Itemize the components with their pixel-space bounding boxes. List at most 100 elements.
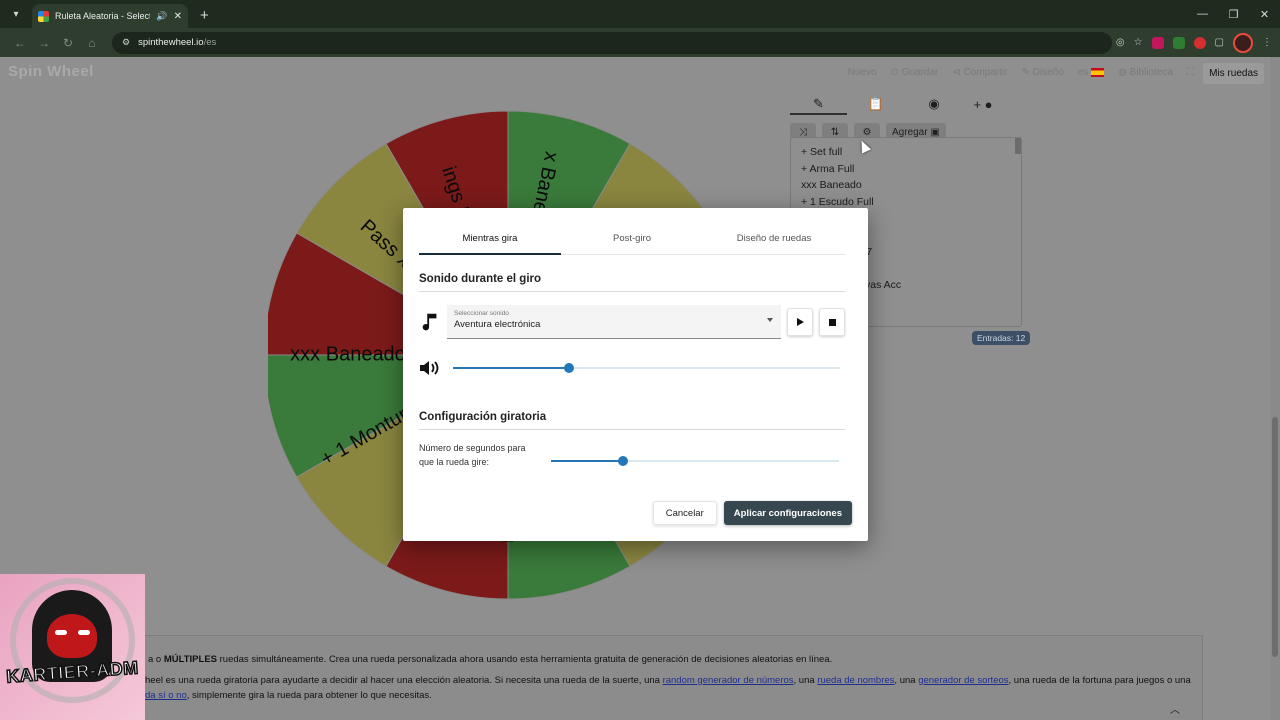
language-code: es [1077, 67, 1089, 78]
eye-icon [78, 630, 90, 635]
tab-post-spin[interactable]: Post-giro [561, 224, 703, 254]
extensions-area: ◎ ☆ ▢ ⋮ [1116, 32, 1272, 53]
chevron-down-icon [767, 318, 773, 322]
footer-text: , una [894, 675, 919, 686]
music-note-icon [422, 313, 437, 331]
extension-icon[interactable] [1193, 36, 1206, 49]
nav-design[interactable]: ✎ Diseño [1021, 67, 1063, 78]
forward-icon[interactable]: → [32, 36, 56, 50]
add-color-icon[interactable]: + ● [963, 97, 1003, 112]
footer-line-1: a o MÚLTIPLES ruedas simultáneamente. Cr… [148, 654, 832, 665]
footer-text: , una rueda de la fortuna para juegos o … [1008, 675, 1191, 686]
sound-heading: Sonido durante el giro [419, 273, 845, 292]
tab-wheel-design[interactable]: Diseño de ruedas [703, 224, 845, 254]
volume-row [419, 358, 845, 378]
minimize-button[interactable]: — [1187, 0, 1218, 28]
sound-row: Seleccionar sonido Aventura electrónica [419, 305, 845, 339]
nav-share-label: Compartir [963, 67, 1008, 78]
nav-save-label: Guardar [901, 67, 939, 78]
dialog-actions: Cancelar Aplicar configuraciones [652, 501, 852, 525]
entry-line: + Arma Full [801, 162, 855, 175]
nav-language[interactable]: es [1077, 67, 1105, 78]
extensions-puzzle-icon[interactable]: ▢ [1215, 37, 1224, 48]
slider-knob[interactable] [618, 456, 628, 466]
nav-library[interactable]: ◍ Biblioteca [1118, 67, 1173, 78]
slider-fill [551, 460, 623, 462]
close-window-button[interactable]: ✕ [1249, 0, 1280, 28]
entries-scrollbar[interactable] [1015, 138, 1021, 154]
slider-knob[interactable] [564, 363, 575, 373]
play-icon [797, 318, 804, 326]
scroll-up-icon[interactable]: ︿ [1170, 701, 1180, 716]
entry-line: xxx Baneado [801, 179, 862, 192]
tab-while-spinning[interactable]: Mientras gira [419, 224, 561, 255]
eye-icon [55, 630, 67, 635]
sound-select-value: Aventura electrónica [454, 319, 541, 330]
eye-off-icon[interactable]: ◎ [1116, 37, 1125, 48]
slider-fill [453, 367, 570, 369]
active-tool-indicator [790, 113, 847, 115]
tab-close-icon[interactable]: ✕ [174, 11, 182, 22]
entry-line: + Set full [801, 146, 843, 158]
apply-settings-button[interactable]: Aplicar configuraciones [723, 501, 852, 525]
restore-button[interactable]: ❐ [1218, 0, 1249, 28]
address-bar[interactable]: ⚙ spinthewheel.io/es [112, 31, 1112, 54]
settings-dialog: Mientras gira Post-giro Diseño de ruedas… [403, 208, 868, 541]
cancel-button[interactable]: Cancelar [652, 501, 717, 525]
page-scrollbar-thumb[interactable] [1272, 417, 1278, 657]
clipboard-icon[interactable]: 📋 [847, 96, 905, 112]
spin-config-heading: Configuración giratoria [419, 411, 845, 430]
pencil-icon[interactable]: ✎ [790, 96, 847, 112]
site-info-icon[interactable]: ⚙ [122, 37, 130, 48]
speaker-icon[interactable]: 🔊 [156, 11, 167, 22]
stop-button[interactable] [819, 308, 845, 336]
play-button[interactable] [787, 308, 813, 336]
name-wheel-link[interactable]: rueda de nombres [817, 675, 894, 686]
browser-toolbar: ← → ↻ ⌂ ⚙ spinthewheel.io/es ◎ ☆ ▢ ⋮ [0, 28, 1280, 57]
browser-tab[interactable]: Ruleta Aleatoria - Selector 🔊 ✕ [32, 4, 188, 28]
raffle-link[interactable]: generador de sorteos [918, 675, 1008, 686]
volume-icon [420, 361, 439, 375]
footer-bold: MÚLTIPLES [163, 654, 217, 665]
spin-seconds-label: Número de segundos para que la rueda gir… [419, 443, 526, 467]
window-controls: — ❐ ✕ [1187, 0, 1280, 28]
my-wheels-button[interactable]: Mis ruedas [1203, 63, 1264, 84]
nav-design-label: Diseño [1032, 67, 1064, 78]
nav-new[interactable]: Nuevo [848, 67, 877, 78]
new-tab-button[interactable]: + [200, 7, 209, 24]
footer-text: a o [148, 654, 164, 665]
back-icon[interactable]: ← [8, 36, 32, 50]
yes-no-link[interactable]: da sí o no [145, 690, 187, 701]
fullscreen-icon[interactable]: ⛶ [1187, 67, 1194, 78]
sound-select-label: Seleccionar sonido [454, 310, 509, 317]
mask-icon [47, 614, 97, 658]
nav-save[interactable]: ⊙ Guardar [891, 67, 939, 78]
footer-text: ruedas simultáneamente. Crea una rueda p… [217, 654, 833, 665]
nav-library-label: Biblioteca [1129, 67, 1173, 78]
entries-toolbar: ✎ 📋 ◉ + ● ⤨ ⇅ ⚙ Agregar ▣ [790, 93, 1022, 141]
volume-slider[interactable] [453, 358, 840, 378]
random-number-link[interactable]: random generador de números [663, 675, 794, 686]
profile-avatar[interactable] [1233, 32, 1253, 53]
bookmark-star-icon[interactable]: ☆ [1134, 37, 1143, 48]
page-scrollbar[interactable] [1270, 57, 1280, 720]
top-nav: Nuevo ⊙ Guardar ⊲ Compartir ✎ Diseño es … [848, 67, 1194, 78]
sound-select[interactable]: Seleccionar sonido Aventura electrónica [447, 305, 781, 339]
extension-icon[interactable] [1151, 36, 1164, 49]
spain-flag-icon [1091, 67, 1105, 77]
footer-line-3: da sí o no, simplemente gira la rueda pa… [145, 690, 432, 701]
extension-icon[interactable] [1172, 36, 1185, 49]
stop-icon [828, 318, 836, 326]
streamer-logo-overlay: KARTIER-ADM [0, 574, 145, 720]
nav-share[interactable]: ⊲ Compartir [952, 67, 1007, 78]
eye-hide-icon[interactable]: ◉ [905, 96, 963, 112]
tab-search-icon[interactable]: ▾ [4, 2, 28, 26]
footer-text: , una [793, 675, 818, 686]
page-footer-text: a o MÚLTIPLES ruedas simultáneamente. Cr… [0, 635, 1203, 720]
wheel-label: xxx Baneado [290, 343, 406, 365]
spin-duration-slider[interactable] [551, 451, 839, 471]
menu-kebab-icon[interactable]: ⋮ [1262, 37, 1272, 48]
site-logo[interactable]: Spin Wheel [8, 63, 94, 80]
home-icon[interactable]: ⌂ [80, 36, 104, 50]
reload-icon[interactable]: ↻ [56, 36, 80, 50]
